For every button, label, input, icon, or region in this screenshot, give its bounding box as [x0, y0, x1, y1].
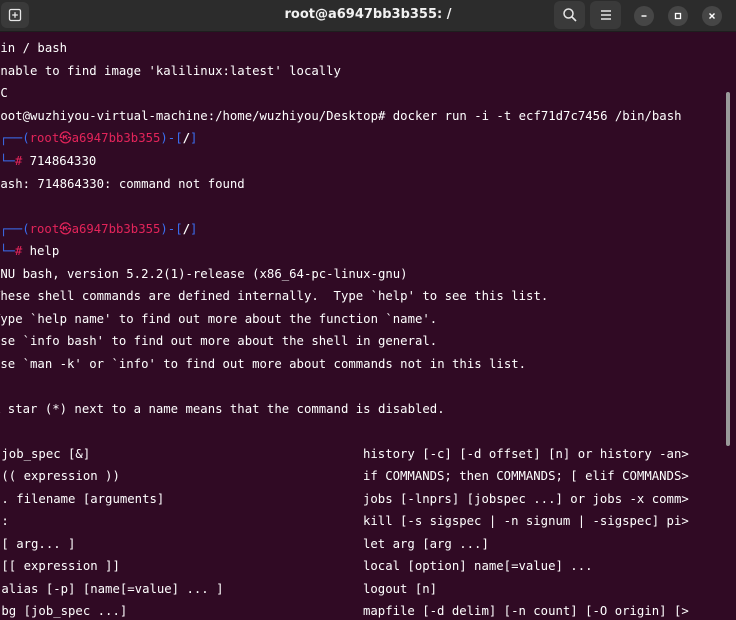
hamburger-menu-icon	[600, 10, 611, 20]
prompt-user: root	[29, 222, 60, 236]
prompt-user: root	[29, 131, 60, 145]
help-command-right: let arg [arg ...]	[363, 537, 489, 551]
prompt-frame: ]	[190, 222, 198, 236]
prompt-path: /	[182, 131, 191, 145]
prompt-line-bottom: └─# help	[0, 243, 59, 259]
help-command-right: local [option] name[=value] ...	[363, 559, 593, 573]
help-command-left: [[ expression ]]	[0, 559, 120, 573]
help-command-right: mapfile [-d delim] [-n count] [-O origin…	[363, 604, 689, 618]
prompt-line-top: ┌──(root㉿a6947bb3b355)-[/]	[0, 130, 197, 146]
prompt-frame: └─	[0, 244, 15, 258]
output-line: Use `info bash' to find out more about t…	[0, 334, 438, 348]
output-line: These shell commands are defined interna…	[0, 289, 549, 303]
scrollbar[interactable]	[726, 92, 730, 446]
maximize-button[interactable]	[668, 6, 688, 26]
prompt-host: a6947bb3b355	[71, 131, 161, 145]
close-icon	[709, 13, 715, 19]
output-line: bash: 714864330: command not found	[0, 177, 245, 191]
prompt-line-bottom: └─# 714864330	[0, 153, 96, 169]
help-command-right: logout [n]	[363, 582, 438, 596]
new-tab-icon	[8, 8, 22, 22]
output-line: GNU bash, version 5.2.2(1)-release (x86_…	[0, 267, 408, 281]
output-line: Unable to find image 'kalilinux:latest' …	[0, 64, 341, 78]
help-command-left: job_spec [&]	[0, 447, 91, 461]
prompt-frame: ┌──(	[0, 222, 30, 236]
help-command-left: (( expression ))	[0, 469, 120, 483]
minimize-icon	[641, 15, 647, 17]
output-line: bin / bash	[0, 41, 68, 55]
prompt-frame: ]	[190, 131, 198, 145]
help-command-right: jobs [-lnprs] [jobspec ...] or jobs -x c…	[363, 492, 689, 506]
output-line: A star (*) next to a name means that the…	[0, 402, 445, 416]
help-command-left: bg [job_spec ...]	[0, 604, 128, 618]
new-tab-button[interactable]	[1, 2, 29, 28]
help-command-left: [ arg... ]	[0, 537, 76, 551]
window-title: root@a6947bb3b355: /	[284, 7, 452, 22]
prompt-host: a6947bb3b355	[71, 222, 161, 236]
terminal-window: root@a6947bb3b355: / bin / bash Unable t…	[0, 0, 736, 620]
prompt-at: ㉿	[59, 131, 72, 145]
terminal-output[interactable]: bin / bash Unable to find image 'kalilin…	[0, 32, 736, 620]
minimize-button[interactable]	[634, 6, 654, 26]
command-text: 714864330	[29, 154, 97, 168]
prompt-frame: ┌──(	[0, 131, 30, 145]
prompt-frame: )-[	[160, 131, 183, 145]
menu-button[interactable]	[590, 1, 621, 29]
prompt-at: ㉿	[59, 222, 72, 236]
prompt-frame: └─	[0, 154, 15, 168]
output-line: root@wuzhiyou-virtual-machine:/home/wuzh…	[0, 109, 682, 123]
output-line: Use `man -k' or `info' to find out more …	[0, 357, 527, 371]
close-button[interactable]	[702, 6, 722, 26]
output-line: ^C	[0, 86, 8, 100]
help-command-left: alias [-p] [name[=value] ... ]	[0, 582, 224, 596]
command-text: help	[29, 244, 60, 258]
search-button[interactable]	[554, 1, 585, 29]
prompt-hash: #	[14, 244, 23, 258]
prompt-line-top: ┌──(root㉿a6947bb3b355)-[/]	[0, 221, 197, 237]
prompt-hash: #	[14, 154, 23, 168]
maximize-icon	[674, 12, 682, 20]
search-icon	[562, 8, 577, 22]
help-command-right: if COMMANDS; then COMMANDS; [ elif COMMA…	[363, 469, 689, 483]
title-bar: root@a6947bb3b355: /	[0, 0, 736, 32]
output-line: Type `help name' to find out more about …	[0, 312, 438, 326]
prompt-path: /	[182, 222, 191, 236]
help-command-right: history [-c] [-d offset] [n] or history …	[363, 447, 689, 461]
help-command-left: . filename [arguments]	[0, 492, 165, 506]
help-command-left: :	[1, 514, 9, 528]
prompt-frame: )-[	[160, 222, 183, 236]
help-command-right: kill [-s sigspec | -n signum | -sigspec]…	[363, 514, 689, 528]
